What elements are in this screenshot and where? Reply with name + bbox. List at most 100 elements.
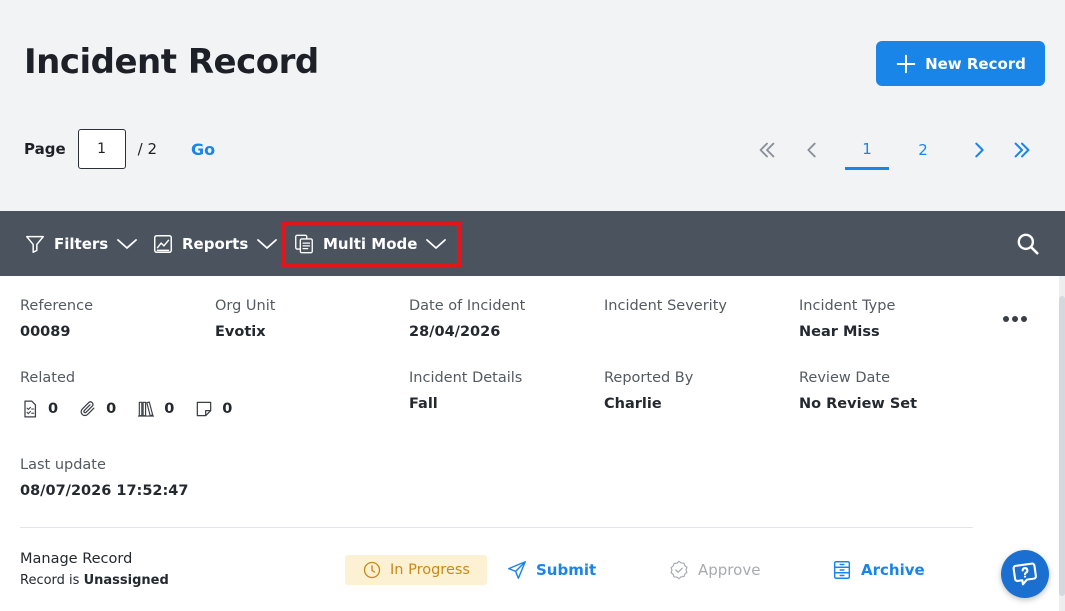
org-unit-label: Org Unit [215, 298, 276, 314]
multi-document-icon [295, 234, 313, 253]
checklist-document-icon [24, 400, 37, 418]
field-incident-type: Incident Type Near Miss [799, 298, 895, 340]
assignment-prefix: Record is [20, 573, 80, 588]
filters-dropdown[interactable]: Filters [24, 211, 138, 276]
submit-label: Submit [536, 561, 597, 579]
reported-by-label: Reported By [604, 370, 694, 386]
plus-icon [896, 54, 916, 73]
related-notes[interactable]: 0 [194, 399, 232, 419]
chevron-down-icon [257, 238, 278, 249]
date-of-incident-value: 28/04/2026 [409, 324, 501, 340]
reported-by-value: Charlie [604, 396, 662, 412]
last-update-label: Last update [20, 457, 106, 473]
page-header: Incident Record New Record Page / 2 Go 1… [0, 0, 1065, 211]
send-icon [508, 561, 526, 579]
approve-label: Approve [698, 561, 761, 579]
field-related: Related [20, 370, 75, 386]
status-label: In Progress [390, 562, 470, 578]
incident-type-value: Near Miss [799, 324, 880, 340]
related-attachments-count: 0 [106, 401, 117, 417]
report-chart-icon [154, 234, 172, 253]
field-incident-details: Incident Details Fall [409, 370, 522, 412]
field-incident-severity: Incident Severity [604, 298, 727, 324]
new-record-label: New Record [925, 54, 1026, 73]
go-button[interactable]: Go [191, 140, 215, 159]
filters-label: Filters [54, 234, 109, 253]
approve-button[interactable]: Approve [668, 555, 760, 585]
dot-icon [1012, 316, 1018, 322]
org-unit-value: Evotix [215, 324, 266, 340]
related-counts: 0 0 0 0 [20, 399, 252, 419]
new-record-button[interactable]: New Record [876, 41, 1045, 86]
previous-page-button[interactable] [800, 130, 824, 170]
archive-label: Archive [861, 561, 925, 579]
first-page-button[interactable] [755, 130, 779, 170]
multi-mode-label: Multi Mode [323, 234, 418, 253]
page-1-button[interactable]: 1 [845, 130, 889, 170]
field-review-date: Review Date No Review Set [799, 370, 917, 412]
page-2-button[interactable]: 2 [901, 130, 945, 170]
chevron-down-icon [426, 238, 447, 249]
last-page-button[interactable] [1010, 130, 1034, 170]
page-label: Page [24, 140, 66, 158]
field-date-of-incident: Date of Incident 28/04/2026 [409, 298, 525, 340]
reports-dropdown[interactable]: Reports [152, 211, 278, 276]
related-notes-count: 0 [222, 401, 233, 417]
related-binders[interactable]: 0 [136, 399, 174, 419]
double-chevron-left-icon [759, 142, 775, 158]
help-chat-button[interactable] [1001, 550, 1049, 598]
related-checklists-count: 0 [48, 401, 59, 417]
clock-icon [363, 561, 381, 579]
binders-icon [138, 401, 155, 417]
incident-details-value: Fall [409, 396, 438, 412]
more-options-button[interactable] [1003, 312, 1031, 326]
manage-record-title: Manage Record [20, 551, 133, 567]
incident-details-label: Incident Details [409, 370, 523, 386]
toolbar: Filters Reports Multi Mode [0, 211, 1065, 276]
search-icon [1017, 233, 1039, 255]
paperclip-icon [80, 401, 95, 417]
assignment-value: Unassigned [83, 573, 169, 588]
related-checklists[interactable]: 0 [20, 399, 58, 419]
reports-label: Reports [182, 234, 249, 253]
field-reported-by: Reported By Charlie [604, 370, 693, 412]
submit-button[interactable]: Submit [506, 555, 596, 585]
page-total: / 2 [137, 140, 157, 158]
page-title: Incident Record [24, 42, 319, 82]
filter-icon [26, 235, 44, 253]
date-of-incident-label: Date of Incident [409, 298, 526, 314]
field-org-unit: Org Unit Evotix [215, 298, 275, 340]
related-attachments[interactable]: 0 [78, 399, 116, 419]
status-badge: In Progress [345, 555, 487, 585]
note-icon [196, 401, 212, 417]
chat-help-icon [1012, 562, 1037, 586]
dot-icon [1021, 316, 1027, 322]
review-date-label: Review Date [799, 370, 891, 386]
dot-icon [1003, 316, 1009, 322]
next-page-button[interactable] [967, 130, 991, 170]
double-chevron-right-icon [1014, 142, 1030, 158]
incident-severity-label: Incident Severity [604, 298, 727, 314]
last-update-value: 08/07/2026 17:52:47 [20, 483, 189, 499]
chevron-right-icon [975, 142, 984, 158]
related-label: Related [20, 370, 76, 386]
multi-mode-dropdown[interactable]: Multi Mode [293, 211, 447, 276]
chevron-down-icon [117, 238, 138, 249]
search-button[interactable] [1015, 231, 1041, 257]
field-reference: Reference 00089 [20, 298, 93, 340]
assignment-status: Record is Unassigned [20, 573, 169, 588]
archive-button[interactable]: Archive [831, 555, 925, 585]
reference-label: Reference [20, 298, 94, 314]
page-number-input[interactable] [77, 129, 126, 169]
field-last-update: Last update 08/07/2026 17:52:47 [20, 457, 189, 499]
divider [20, 527, 973, 528]
scrollbar-thumb[interactable] [1059, 296, 1065, 596]
reference-value: 00089 [20, 324, 71, 340]
chevron-left-icon [807, 142, 816, 158]
incident-type-label: Incident Type [799, 298, 896, 314]
badge-check-icon [670, 560, 688, 580]
page-jump: Page / 2 Go [24, 129, 215, 169]
review-date-value: No Review Set [799, 396, 918, 412]
related-binders-count: 0 [164, 401, 175, 417]
archive-cabinet-icon [833, 561, 851, 579]
